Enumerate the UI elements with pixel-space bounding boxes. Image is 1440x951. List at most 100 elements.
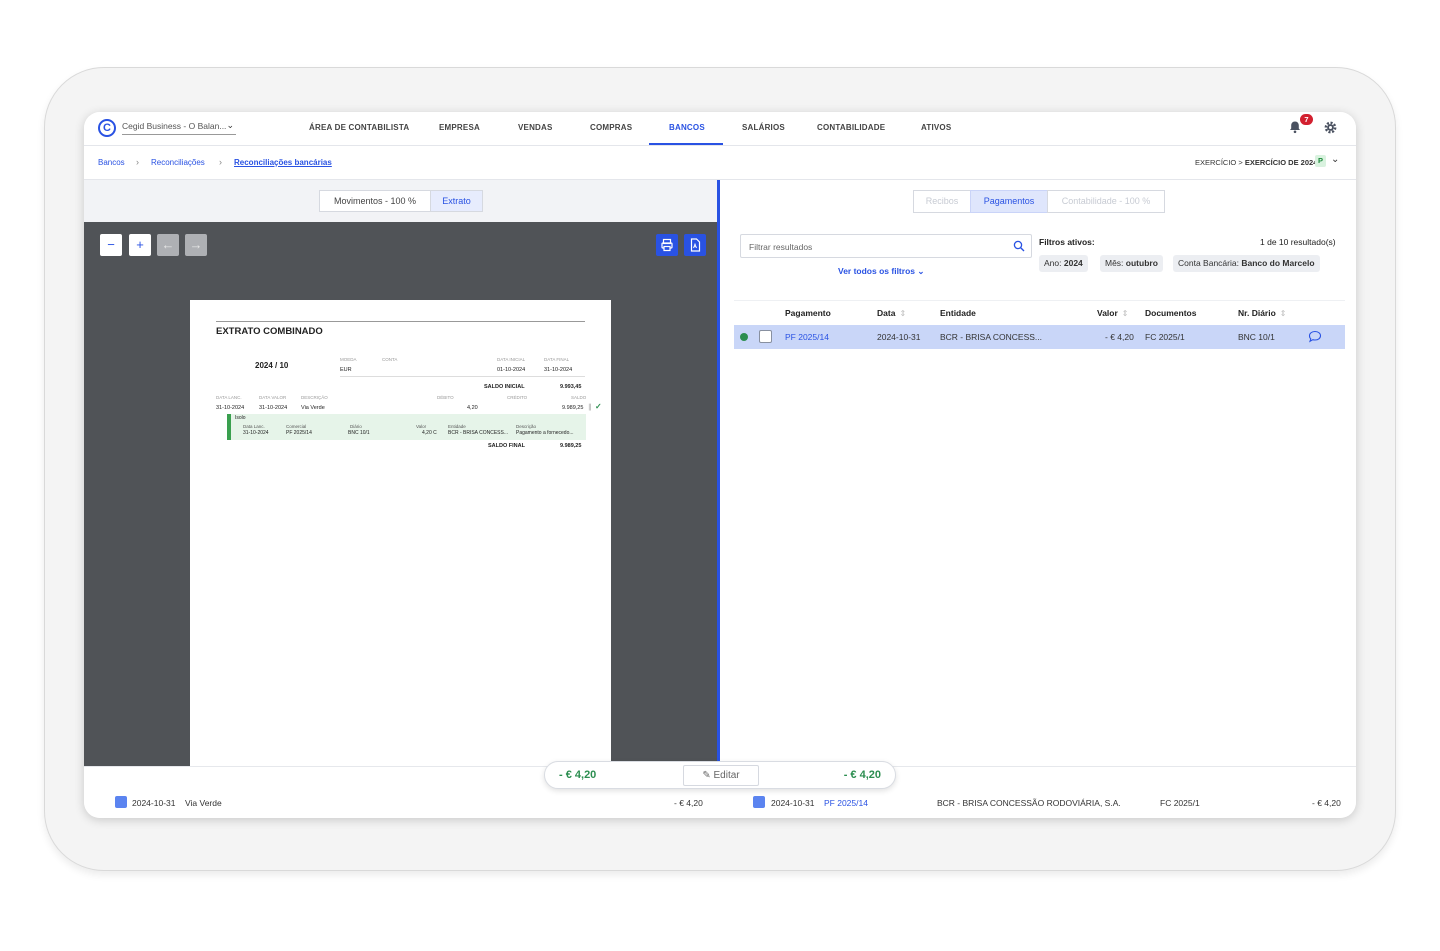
chevron-down-icon: ⌄ bbox=[917, 266, 925, 276]
breadcrumb: Bancos › Reconciliações › Reconciliações… bbox=[84, 146, 1356, 180]
show-all-filters-link[interactable]: Ver todos os filtros ⌄ bbox=[838, 266, 925, 277]
match-header: Isolo bbox=[235, 415, 246, 421]
search-input[interactable]: Filtrar resultados bbox=[740, 234, 1032, 258]
nav-bancos[interactable]: BANCOS bbox=[669, 123, 705, 132]
col-entidade[interactable]: Entidade bbox=[940, 308, 976, 318]
row-entidade: BCR - BRISA CONCESS... bbox=[940, 332, 1043, 342]
nav-empresa[interactable]: EMPRESA bbox=[439, 123, 480, 132]
reconciled-match-block: Isolo Data Lanc. Comercial Diário Valor … bbox=[227, 414, 586, 440]
row-diario: BNC 10/1 bbox=[1238, 332, 1275, 342]
divider bbox=[216, 321, 585, 322]
bottom-right-amount: - € 4,20 bbox=[1312, 798, 1341, 808]
print-button[interactable] bbox=[656, 234, 678, 256]
col-saldo: SALDO bbox=[571, 395, 587, 400]
segment-movimentos[interactable]: Movimentos - 100 % bbox=[319, 190, 431, 212]
col-debito: DÉBITO bbox=[437, 395, 454, 400]
nav-vendas[interactable]: VENDAS bbox=[518, 123, 553, 132]
line-descricao: Via Verde bbox=[301, 405, 325, 411]
row-checkbox[interactable] bbox=[759, 330, 772, 343]
nav-salarios[interactable]: SALÁRIOS bbox=[742, 123, 785, 132]
chip-label: Conta Bancária: bbox=[1178, 258, 1242, 268]
col-data-label: Data bbox=[877, 308, 896, 318]
line-data-lanc: 31-10-2024 bbox=[216, 405, 245, 411]
col-data[interactable]: Data ⇕ bbox=[877, 308, 906, 318]
statement-document: EXTRATO COMBINADO 2024 / 10 MOEDA CONTA … bbox=[190, 300, 611, 766]
notification-badge: 7 bbox=[1300, 114, 1313, 125]
breadcrumb-reconciliacoes-bancarias[interactable]: Reconciliações bancárias bbox=[234, 158, 332, 167]
zoom-out-button[interactable]: − bbox=[100, 234, 122, 256]
line-data-valor: 31-10-2024 bbox=[259, 405, 288, 411]
match-color-marker bbox=[753, 796, 765, 808]
show-all-filters-label: Ver todos os filtros bbox=[838, 266, 915, 276]
chevron-right-icon: › bbox=[136, 157, 139, 167]
filter-chip-ano[interactable]: Ano: 2024 bbox=[1039, 255, 1088, 272]
attachment-icon: ∥ bbox=[588, 404, 592, 411]
reconciled-status-dot bbox=[740, 333, 748, 341]
divider bbox=[340, 376, 585, 377]
nav-contabilidade[interactable]: CONTABILIDADE bbox=[817, 123, 885, 132]
statement-hdr-data-final: DATA FINAL bbox=[544, 357, 570, 362]
breadcrumb-bancos[interactable]: Bancos bbox=[98, 158, 125, 167]
chip-label: Mês: bbox=[1105, 258, 1126, 268]
sub-val-comercial: PF 2025/14 bbox=[286, 430, 312, 436]
col-data-valor: DATA VALOR bbox=[259, 395, 287, 400]
search-icon[interactable] bbox=[1013, 240, 1025, 252]
comment-icon[interactable] bbox=[1308, 330, 1322, 343]
tab-pagamentos[interactable]: Pagamentos bbox=[970, 190, 1048, 213]
sub-col-valor: Valor bbox=[416, 424, 427, 429]
col-valor[interactable]: Valor ⇕ bbox=[1097, 308, 1129, 318]
segment-extrato[interactable]: Extrato bbox=[430, 190, 483, 212]
search-placeholder: Filtrar resultados bbox=[749, 242, 813, 252]
col-nr-diario[interactable]: Nr. Diário ⇕ bbox=[1238, 308, 1287, 318]
company-name: Cegid Business - O Balan... bbox=[122, 121, 227, 131]
col-nr-diario-label: Nr. Diário bbox=[1238, 308, 1276, 318]
tab-contabilidade[interactable]: Contabilidade - 100 % bbox=[1047, 190, 1165, 213]
gear-icon[interactable] bbox=[1323, 120, 1338, 135]
col-descricao: DESCRIÇÃO bbox=[301, 395, 328, 400]
exercicio-selector[interactable]: EXERCÍCIO > EXERCÍCIO DE 2024 bbox=[1195, 158, 1317, 167]
zoom-in-button[interactable]: + bbox=[129, 234, 151, 256]
nav-compras[interactable]: COMPRAS bbox=[590, 123, 632, 132]
statement-pane: Movimentos - 100 % Extrato − + ← → EXTRA… bbox=[84, 180, 717, 766]
active-nav-indicator bbox=[649, 143, 723, 145]
previous-page-button[interactable]: ← bbox=[157, 234, 179, 256]
col-credito: CRÉDITO bbox=[507, 395, 528, 400]
row-pagamento-link[interactable]: PF 2025/14 bbox=[785, 332, 829, 342]
bottom-left-desc: Via Verde bbox=[185, 798, 222, 808]
filter-chip-mes[interactable]: Mês: outubro bbox=[1100, 255, 1163, 272]
nav-ativos[interactable]: ATIVOS bbox=[921, 123, 951, 132]
chevron-down-icon[interactable]: ⌄ bbox=[1331, 154, 1339, 165]
col-valor-label: Valor bbox=[1097, 308, 1118, 318]
chevron-down-icon: ⌄ bbox=[226, 120, 234, 130]
col-pagamento[interactable]: Pagamento bbox=[785, 308, 831, 318]
download-pdf-button[interactable] bbox=[684, 234, 706, 256]
sub-val-entidade: BCR - BRISA CONCESS... bbox=[448, 430, 509, 436]
edit-label: Editar bbox=[713, 770, 740, 781]
chip-value: Banco do Marcelo bbox=[1241, 258, 1315, 268]
table-header: Pagamento Data ⇕ Entidade Valor ⇕ Document… bbox=[734, 300, 1345, 324]
sub-val-diario: BNC 10/1 bbox=[348, 430, 370, 436]
company-selector[interactable]: Cegid Business - O Balan... ⌄ bbox=[122, 120, 236, 135]
filter-chip-conta[interactable]: Conta Bancária: Banco do Marcelo bbox=[1173, 255, 1320, 272]
col-documentos[interactable]: Documentos bbox=[1145, 308, 1196, 318]
bottom-left-amount: - € 4,20 bbox=[674, 798, 703, 808]
cegid-logo[interactable]: C bbox=[98, 119, 116, 137]
statement-data-inicial: 01-10-2024 bbox=[497, 367, 526, 373]
sub-val-descricao: Pagamento a fornecedo... bbox=[516, 430, 574, 436]
reconciliation-summary: - € 4,20 ✎ Editar - € 4,20 bbox=[544, 761, 896, 789]
breadcrumb-reconciliacoes[interactable]: Reconciliações bbox=[151, 158, 205, 167]
next-page-button[interactable]: → bbox=[185, 234, 207, 256]
chip-label: Ano: bbox=[1044, 258, 1064, 268]
result-count: 1 de 10 resultado(s) bbox=[1260, 237, 1336, 247]
chevron-right-icon: › bbox=[219, 157, 222, 167]
row-documentos: FC 2025/1 bbox=[1145, 332, 1185, 342]
bottom-right-ref-link[interactable]: PF 2025/14 bbox=[824, 798, 868, 808]
checkmark-icon: ✓ bbox=[595, 402, 602, 411]
chip-value: outubro bbox=[1125, 258, 1158, 268]
edit-button[interactable]: ✎ Editar bbox=[683, 765, 759, 786]
tab-recibos[interactable]: Recibos bbox=[913, 190, 971, 213]
statement-hdr-moeda: MOEDA bbox=[340, 357, 357, 362]
table-row[interactable]: PF 2025/14 2024-10-31 BCR - BRISA CONCES… bbox=[734, 325, 1345, 349]
bottom-right-doc: FC 2025/1 bbox=[1160, 798, 1200, 808]
nav-area-contabilista[interactable]: ÁREA DE CONTABILISTA bbox=[309, 123, 409, 132]
